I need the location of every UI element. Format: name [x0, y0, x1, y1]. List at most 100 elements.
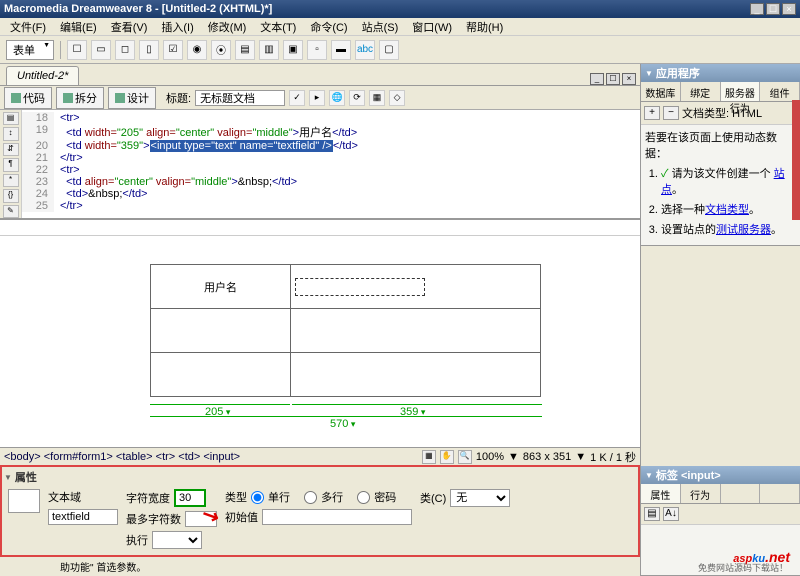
hidden-icon[interactable]: ◻: [115, 40, 135, 60]
tab-server-behaviors[interactable]: 服务器行为: [721, 82, 761, 101]
type-password-radio[interactable]: [357, 491, 370, 504]
doctype-link[interactable]: 文档类型: [705, 204, 749, 216]
dim-label: 570 ▾: [330, 418, 355, 430]
charwidth-input[interactable]: [174, 489, 206, 507]
tag-path[interactable]: <body> <form#form1> <table> <tr> <td> <i…: [4, 451, 240, 463]
class-select[interactable]: 无: [450, 489, 510, 507]
table-cell[interactable]: [291, 309, 541, 353]
doc-minimize-button[interactable]: _: [590, 73, 604, 85]
checkbox-icon[interactable]: ☑: [163, 40, 183, 60]
code-tool-icon[interactable]: ▤: [3, 112, 19, 125]
form-icon[interactable]: ☐: [67, 40, 87, 60]
window-size[interactable]: 863 x 351: [523, 451, 571, 463]
listmenu-icon[interactable]: ▤: [235, 40, 255, 60]
zoom-value[interactable]: 100%: [476, 451, 504, 463]
radio-icon[interactable]: ◉: [187, 40, 207, 60]
code-tool-icon[interactable]: ↕: [3, 127, 19, 140]
code-tool-icon[interactable]: {}: [3, 189, 19, 202]
filefield-icon[interactable]: ▫: [307, 40, 327, 60]
bottom-text: 助功能" 首选参数。: [0, 557, 640, 576]
window-title: Macromedia Dreamweaver 8 - [Untitled-2 (…: [4, 3, 750, 15]
type-single-radio[interactable]: [251, 491, 264, 504]
table-cell-username-label[interactable]: 用户名: [151, 265, 291, 309]
zoom-tool-icon[interactable]: 🔍: [458, 450, 472, 464]
imagefield-icon[interactable]: ▣: [283, 40, 303, 60]
menu-view[interactable]: 查看(V): [105, 17, 154, 37]
refresh-icon[interactable]: ⟳: [349, 90, 365, 106]
code-tool-icon[interactable]: ⇵: [3, 143, 19, 156]
table-cell[interactable]: [151, 309, 291, 353]
initval-input[interactable]: [262, 509, 412, 525]
ruler: [0, 220, 640, 236]
menu-insert[interactable]: 插入(I): [155, 17, 199, 37]
validate-icon[interactable]: ✓: [289, 90, 305, 106]
maxchars-label: 最多字符数: [126, 511, 181, 527]
wrap-select[interactable]: [152, 531, 202, 549]
tab-bindings[interactable]: 绑定: [681, 82, 721, 101]
textarea-icon[interactable]: ▯: [139, 40, 159, 60]
menu-text[interactable]: 文本(T): [254, 17, 302, 37]
doc-close-button[interactable]: ×: [622, 73, 636, 85]
fieldset-icon[interactable]: ▢: [379, 40, 399, 60]
application-panel-header[interactable]: 应用程序: [641, 64, 800, 82]
textfield-icon[interactable]: ▭: [91, 40, 111, 60]
name-input[interactable]: [48, 509, 118, 525]
category-view-icon[interactable]: A↓: [663, 507, 679, 521]
doc-tab-untitled2[interactable]: Untitled-2*: [6, 66, 79, 85]
menu-window[interactable]: 窗口(W): [406, 17, 458, 37]
list-view-icon[interactable]: ▤: [644, 507, 660, 521]
design-view-button[interactable]: 设计: [108, 87, 156, 109]
code-view[interactable]: ▤ ↕ ⇵ ¶ * {} ✎ 18<tr>19 <td width="205" …: [0, 110, 640, 220]
visualaid-icon[interactable]: ◇: [389, 90, 405, 106]
button-icon[interactable]: ▬: [331, 40, 351, 60]
menu-file[interactable]: 文件(F): [4, 17, 52, 37]
label-icon[interactable]: abc: [355, 40, 375, 60]
insert-toolbar: 表单 ☐ ▭ ◻ ▯ ☑ ◉ ⦿ ▤ ▥ ▣ ▫ ▬ abc ▢: [0, 36, 800, 64]
testserver-link[interactable]: 测试服务器: [716, 224, 771, 236]
menu-help[interactable]: 帮助(H): [460, 17, 509, 37]
split-view-button[interactable]: 拆分: [56, 87, 104, 109]
tab-components[interactable]: 组件: [760, 82, 800, 101]
menu-site[interactable]: 站点(S): [356, 17, 405, 37]
jumpmenu-icon[interactable]: ▥: [259, 40, 279, 60]
code-tool-icon[interactable]: ✎: [3, 205, 19, 218]
table-cell[interactable]: [151, 353, 291, 397]
code-tool-icon[interactable]: ¶: [3, 158, 19, 171]
menu-edit[interactable]: 编辑(E): [54, 17, 103, 37]
title-input[interactable]: [195, 90, 285, 106]
doctype-label: 文档类型: HTML: [682, 105, 762, 121]
window-buttons: _ ☐ ×: [750, 3, 796, 15]
side-ad-strip: [792, 100, 800, 220]
menu-modify[interactable]: 修改(M): [202, 17, 253, 37]
minus-button[interactable]: −: [663, 106, 679, 120]
preview-icon[interactable]: 🌐: [329, 90, 345, 106]
filemanage-icon[interactable]: ▸: [309, 90, 325, 106]
titlebar: Macromedia Dreamweaver 8 - [Untitled-2 (…: [0, 0, 800, 18]
type-multi-radio[interactable]: [304, 491, 317, 504]
close-button[interactable]: ×: [782, 3, 796, 15]
hand-tool-icon[interactable]: ✋: [440, 450, 454, 464]
tag-selector-bar: <body> <form#form1> <table> <tr> <td> <i…: [0, 447, 640, 465]
code-view-button[interactable]: 代码: [4, 87, 52, 109]
table-cell[interactable]: [291, 353, 541, 397]
design-view[interactable]: 用户名 205 ▾ 359 ▾ 570 ▾: [0, 236, 640, 447]
design-table[interactable]: 用户名: [150, 264, 541, 397]
code-tool-icon[interactable]: *: [3, 174, 19, 187]
radiogroup-icon[interactable]: ⦿: [211, 40, 231, 60]
properties-header[interactable]: 属性: [4, 469, 636, 485]
tag-inspector-header[interactable]: 标签 <input>: [641, 466, 800, 484]
textfield-input[interactable]: [295, 278, 425, 296]
select-tool-icon[interactable]: ▦: [422, 450, 436, 464]
tab-behaviors[interactable]: 行为: [681, 484, 721, 503]
maximize-button[interactable]: ☐: [766, 3, 780, 15]
menu-commands[interactable]: 命令(C): [304, 17, 353, 37]
doc-maximize-button[interactable]: ☐: [606, 73, 620, 85]
minimize-button[interactable]: _: [750, 3, 764, 15]
document-tabs: Untitled-2* _ ☐ ×: [0, 64, 640, 86]
tab-attributes[interactable]: 属性: [641, 484, 681, 503]
viewoptions-icon[interactable]: ▦: [369, 90, 385, 106]
insert-category-dropdown[interactable]: 表单: [6, 40, 54, 60]
tab-database[interactable]: 数据库: [641, 82, 681, 101]
properties-panel: 属性 文本域 字符宽度 最多字符数 执: [0, 465, 640, 557]
plus-button[interactable]: +: [644, 106, 660, 120]
